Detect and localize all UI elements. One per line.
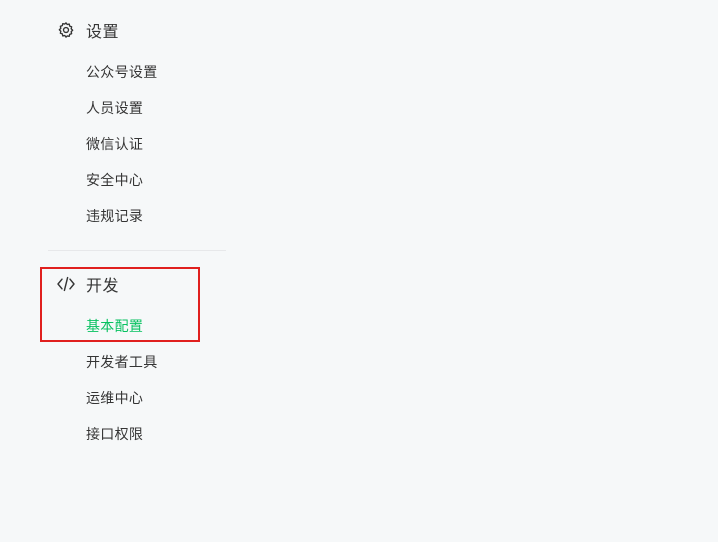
nav-item-violation-records[interactable]: 违规记录	[86, 207, 143, 227]
section-divider	[48, 250, 226, 251]
nav-item-basic-config[interactable]: 基本配置	[86, 317, 143, 337]
code-icon	[56, 274, 76, 294]
nav-item-security-center[interactable]: 安全中心	[86, 171, 143, 191]
section-header-settings[interactable]: 设置	[56, 18, 119, 42]
section-header-develop[interactable]: 开发	[56, 272, 119, 296]
gear-icon	[56, 20, 76, 40]
section-title-develop: 开发	[86, 276, 120, 295]
nav-item-member-settings[interactable]: 人员设置	[86, 99, 143, 119]
nav-item-developer-tools[interactable]: 开发者工具	[86, 353, 158, 373]
nav-item-wechat-verification[interactable]: 微信认证	[86, 135, 143, 155]
nav-item-account-settings[interactable]: 公众号设置	[86, 63, 158, 83]
nav-item-ops-center[interactable]: 运维中心	[86, 389, 143, 409]
section-title-settings: 设置	[86, 22, 120, 41]
nav-item-api-permissions[interactable]: 接口权限	[86, 425, 143, 445]
sidebar-nav: 设置 公众号设置 人员设置 微信认证 安全中心 违规记录 开发 基本配置 开发者…	[0, 0, 240, 542]
